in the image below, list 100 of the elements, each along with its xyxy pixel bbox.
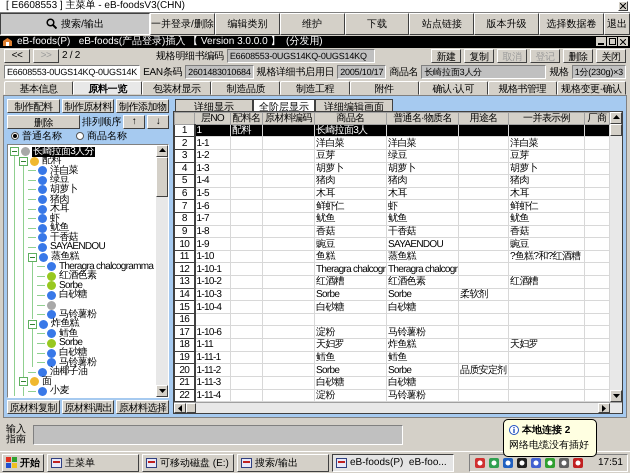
- tree-item[interactable]: 白砂糖: [58, 290, 88, 300]
- collapse-icon[interactable]: [19, 377, 28, 386]
- make-button[interactable]: 制作原材料: [62, 98, 114, 113]
- taskbar-button[interactable]: eB-foods(P) eB-foo...: [332, 454, 454, 472]
- tree-item[interactable]: 鳕鱼: [58, 328, 79, 339]
- menu-button[interactable]: 下载: [344, 13, 410, 35]
- close-icon[interactable]: [618, 37, 628, 46]
- column-header[interactable]: 商品名: [314, 112, 386, 124]
- tree-item[interactable]: 洋白菜: [49, 166, 79, 176]
- scroll-thumb[interactable]: [186, 403, 196, 414]
- material-button[interactable]: 原材料复制: [7, 400, 60, 414]
- menu-button[interactable]: 退出: [604, 13, 630, 35]
- tray-icon[interactable]: [516, 456, 528, 469]
- tray-icon[interactable]: [530, 456, 542, 469]
- menu-button[interactable]: 选择数据卷: [539, 13, 604, 35]
- scroll-down-button[interactable]: [610, 390, 622, 402]
- tree-item[interactable]: 马铃薯粉: [58, 310, 98, 320]
- scroll-left-button[interactable]: [174, 403, 186, 414]
- tray-icon[interactable]: [502, 456, 514, 469]
- tree-item[interactable]: 面: [41, 376, 52, 387]
- make-button[interactable]: 制作添加物: [116, 98, 170, 113]
- menu-button[interactable]: 编辑类别: [214, 13, 280, 35]
- tree-item[interactable]: 猪肉: [49, 194, 70, 204]
- tab[interactable]: 附件: [350, 80, 419, 95]
- column-header[interactable]: 普通名·物质名: [386, 112, 458, 124]
- column-header[interactable]: 一并表示例: [508, 112, 584, 124]
- tray-icon[interactable]: [544, 456, 556, 469]
- text-field[interactable]: E6608553-0UGS14KQ-0UGS14K: [4, 64, 140, 79]
- down-button[interactable]: ↓: [147, 114, 169, 129]
- view-tab[interactable]: 详细显示: [175, 98, 253, 111]
- minimize-icon[interactable]: [596, 37, 606, 46]
- material-button[interactable]: 原材料选择: [116, 400, 170, 414]
- node-icon[interactable]: [47, 300, 56, 310]
- column-header[interactable]: 原材料编码: [262, 112, 314, 124]
- tab[interactable]: 确认·认可: [418, 80, 488, 95]
- taskbar-button[interactable]: 搜索/输出: [237, 454, 329, 472]
- start-button[interactable]: 开始: [2, 454, 44, 472]
- menu-button[interactable]: 站点链接: [409, 13, 474, 35]
- radio-option[interactable]: 商品名称: [76, 129, 127, 144]
- tree-item[interactable]: 干香菇: [49, 232, 79, 243]
- scrollbar[interactable]: [174, 402, 622, 414]
- tab[interactable]: 包装材显示: [142, 80, 212, 95]
- tree-item[interactable]: 蒸鱼糕: [50, 252, 80, 262]
- tree-item[interactable]: 小麦: [49, 386, 70, 396]
- column-header[interactable]: 用途名: [458, 112, 508, 124]
- view-tab[interactable]: 全阶层显示: [253, 98, 315, 111]
- scroll-down-button[interactable]: [156, 385, 168, 398]
- collapse-icon[interactable]: [28, 320, 37, 329]
- scrollbar[interactable]: [610, 112, 622, 402]
- scrollbar[interactable]: [156, 144, 168, 398]
- tab[interactable]: 原料一览: [73, 80, 142, 95]
- text-field[interactable]: 1分(230g)×3: [572, 64, 626, 79]
- taskbar-button[interactable]: 主菜单: [47, 454, 139, 472]
- scroll-up-button[interactable]: [156, 144, 168, 157]
- action-button[interactable]: 复制: [464, 48, 494, 63]
- tree-item[interactable]: 炸鱼糕: [50, 319, 80, 330]
- up-button[interactable]: ↑: [123, 114, 145, 129]
- text-field[interactable]: 长崎拉面3人分: [421, 64, 546, 79]
- tree-item[interactable]: Theragra chalcogramma: [58, 262, 154, 272]
- action-button[interactable]: 关闭: [596, 48, 626, 63]
- radio-option[interactable]: 普通名称: [11, 129, 62, 144]
- scroll-thumb[interactable]: [156, 156, 168, 197]
- column-header[interactable]: 层NO: [194, 112, 230, 124]
- menu-button[interactable]: 版本升级: [474, 13, 540, 35]
- menu-button[interactable]: 一并登录/删除: [150, 13, 215, 35]
- text-field[interactable]: 2601483010684: [185, 64, 254, 79]
- view-tab[interactable]: 详细编辑画面: [315, 98, 393, 111]
- action-button[interactable]: 删除: [563, 48, 593, 63]
- action-button[interactable]: 新建: [431, 48, 461, 63]
- menu-button[interactable]: 维护: [280, 13, 345, 35]
- make-button[interactable]: 制作配料: [7, 98, 60, 113]
- scroll-up-button[interactable]: [610, 112, 622, 124]
- scroll-thumb[interactable]: [610, 124, 622, 136]
- code-field[interactable]: E6608553-0UGS14KQ-0UGS14KQ: [226, 48, 375, 63]
- taskbar-button[interactable]: 可移动磁盘 (E:): [142, 454, 234, 472]
- text-field[interactable]: 2005/10/17: [337, 64, 386, 79]
- tray-icon[interactable]: [558, 456, 570, 469]
- close-icon[interactable]: [618, 1, 628, 11]
- tray-icon[interactable]: [572, 456, 584, 469]
- tab[interactable]: 制造工程: [280, 80, 350, 95]
- scroll-right-button[interactable]: [598, 403, 610, 414]
- tab[interactable]: 规格书管理: [488, 80, 557, 95]
- tree-item[interactable]: 白砂糖: [58, 348, 88, 358]
- column-header[interactable]: 配料名: [230, 112, 262, 124]
- tree-item[interactable]: 油椰子油: [49, 367, 88, 378]
- material-button[interactable]: 原材料调出: [62, 400, 114, 414]
- tree-item[interactable]: 红酒色素: [58, 271, 98, 282]
- tree-item[interactable]: 虾: [49, 214, 60, 224]
- tree-item[interactable]: 胡萝卜: [49, 184, 79, 195]
- menu-button[interactable]: 搜索/输出: [0, 13, 150, 35]
- column-header[interactable]: 厂商: [584, 112, 610, 124]
- input-guide-field[interactable]: [33, 424, 403, 445]
- tab[interactable]: 规格变更·确认: [556, 80, 626, 95]
- tree-item[interactable]: 马铃薯粉: [58, 358, 98, 368]
- tab[interactable]: 制造品质: [211, 80, 280, 95]
- previous-button[interactable]: <<: [4, 48, 30, 63]
- delete-button[interactable]: 删除: [7, 114, 80, 129]
- collapse-icon[interactable]: [28, 252, 37, 262]
- collapse-icon[interactable]: [10, 147, 19, 156]
- tab[interactable]: 基本信息: [4, 80, 74, 95]
